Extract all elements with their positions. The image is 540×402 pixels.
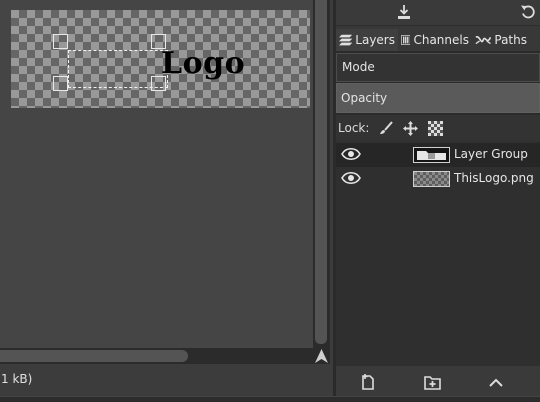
tab-paths-label: Paths: [494, 33, 527, 47]
reset-icon: [521, 5, 535, 19]
new-layer-button[interactable]: [358, 372, 378, 392]
opacity-slider[interactable]: Opacity: [336, 83, 540, 113]
status-bar: 1 kB): [0, 364, 333, 396]
chevron-up-icon: [489, 378, 503, 387]
vertical-scroll-thumb[interactable]: [315, 0, 327, 344]
lock-label: Lock:: [338, 121, 370, 135]
horizontal-scrollbar[interactable]: [0, 348, 313, 364]
horizontal-scroll-thumb[interactable]: [0, 350, 188, 362]
eye-icon: [341, 171, 361, 185]
status-text: 1 kB): [1, 372, 33, 386]
download-icon: [398, 5, 410, 19]
paths-icon: [475, 36, 492, 45]
raise-layer-button[interactable]: [486, 372, 506, 392]
move-icon: [403, 120, 419, 136]
tab-channels[interactable]: Channels: [398, 29, 472, 51]
layers-dock: Layers Channels Paths Mode Opacity Lock:: [336, 0, 540, 396]
new-layer-group-button[interactable]: [422, 372, 442, 392]
layer-row-layer-group[interactable]: Layer Group: [336, 143, 540, 167]
tab-layers-label: Layers: [355, 33, 395, 47]
export-button[interactable]: [394, 2, 414, 22]
navigate-icon: [315, 349, 328, 363]
dock-tabs: Layers Channels Paths: [336, 29, 540, 51]
transform-handle-top-left[interactable]: [53, 34, 68, 49]
eye-icon: [341, 147, 361, 161]
dock-bottom-toolbar: [336, 366, 540, 396]
reset-button[interactable]: [518, 2, 538, 22]
layer-list: Layer Group ThisLogo.png: [336, 141, 540, 366]
tab-channels-label: Channels: [413, 33, 469, 47]
new-folder-icon: [423, 375, 441, 390]
alpha-checker-icon: [428, 120, 444, 136]
mode-select[interactable]: Mode: [336, 53, 540, 82]
folder-icon: [417, 151, 446, 160]
channels-icon: [401, 35, 411, 45]
transform-handle-bottom-left[interactable]: [53, 76, 68, 91]
layers-panel: Mode Opacity Lock: Layer Group ThisLogo.…: [336, 51, 540, 366]
visibility-toggle[interactable]: [341, 171, 361, 188]
logo-text: Logo: [161, 46, 246, 81]
dock-toolbar: [336, 0, 540, 26]
layer-thumbnail: [413, 171, 450, 187]
window-bottom-strip: [0, 396, 540, 402]
lock-position-button[interactable]: [403, 120, 419, 136]
lock-row: Lock:: [336, 115, 540, 141]
image-canvas[interactable]: Logo: [11, 10, 310, 108]
new-layer-icon: [362, 374, 374, 390]
layers-icon: [339, 34, 353, 46]
layer-name: Layer Group: [454, 147, 528, 161]
lock-alpha-button[interactable]: [428, 120, 444, 136]
layer-row-thislogo[interactable]: ThisLogo.png: [336, 167, 540, 191]
layer-group-thumbnail: [413, 147, 450, 163]
canvas-area[interactable]: Logo: [0, 0, 313, 348]
lock-pixels-button[interactable]: [379, 121, 394, 135]
tab-layers[interactable]: Layers: [336, 29, 398, 51]
tab-paths[interactable]: Paths: [472, 29, 530, 51]
vertical-scrollbar[interactable]: [313, 0, 330, 348]
visibility-toggle[interactable]: [341, 147, 361, 164]
navigate-button[interactable]: [313, 348, 330, 364]
paintbrush-icon: [380, 121, 394, 134]
layer-name: ThisLogo.png: [454, 171, 534, 185]
